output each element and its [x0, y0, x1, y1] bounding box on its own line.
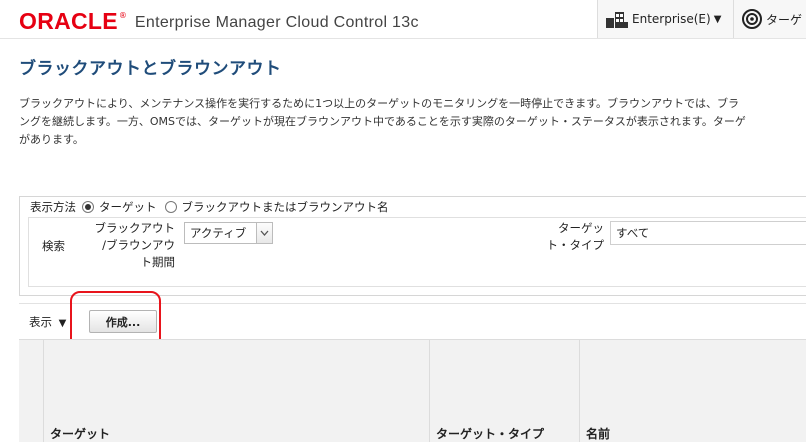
description-line: があります。 — [19, 133, 84, 146]
brand: ORACLE ® Enterprise Manager Cloud Contro… — [19, 8, 419, 38]
view-menu[interactable]: 表示 ▼ — [29, 314, 66, 330]
radio-blackout-name[interactable] — [164, 201, 177, 213]
targets-menu-label: ターゲ — [766, 12, 803, 27]
enterprise-menu[interactable]: Enterprise(E) ▼ — [597, 0, 733, 38]
radio-target-label[interactable]: ターゲット — [99, 199, 157, 215]
search-label: 検索 — [42, 239, 65, 253]
column-target-type[interactable]: ターゲット・タイプ — [429, 340, 579, 442]
period-label: ブラックアウト /ブラウンアウ ト期間 — [85, 220, 176, 271]
period-label-line: /ブラウンアウ — [102, 238, 175, 252]
table-toolbar: 表示 ▼ 作成... — [19, 303, 806, 339]
description-line: ブラックアウトにより、メンテナンス操作を実行するために1つ以上のターゲットのモニ… — [19, 97, 740, 110]
target-type-label-line: ト・タイプ — [546, 238, 605, 252]
registered-mark: ® — [118, 11, 127, 20]
target-icon — [742, 9, 762, 29]
caret-down-icon: ▼ — [713, 13, 722, 25]
column-label: 名前 — [586, 427, 611, 441]
target-type-input[interactable]: すべて — [610, 221, 806, 245]
radio-target[interactable] — [82, 201, 94, 213]
page-title: ブラックアウトとブラウンアウト — [19, 59, 282, 79]
column-target[interactable]: ターゲット — [43, 340, 429, 442]
enterprise-menu-label: Enterprise(E) — [632, 12, 711, 26]
radio-blackout-name-label[interactable]: ブラックアウトまたはブラウンアウト名 — [182, 199, 389, 215]
product-name: Enterprise Manager Cloud Control 13c — [134, 14, 419, 31]
period-label-line: ブラックアウト — [94, 221, 176, 235]
create-button[interactable]: 作成... — [89, 310, 157, 333]
period-select-value: アクティブ — [190, 226, 247, 240]
targets-menu[interactable]: ターゲ — [733, 0, 806, 38]
search-box: 検索 ブラックアウト /ブラウンアウ ト期間 アクティブ ターゲッ ト・タイプ … — [28, 217, 806, 287]
oracle-logo: ORACLE — [19, 8, 118, 34]
show-by-row: 表示方法 ターゲット ブラックアウトまたはブラウンアウト名 — [30, 199, 397, 215]
view-menu-label: 表示 — [29, 315, 52, 329]
column-name[interactable]: 名前 — [579, 340, 806, 442]
page-description: ブラックアウトにより、メンテナンス操作を実行するために1つ以上のターゲットのモニ… — [19, 95, 806, 149]
column-select — [19, 340, 43, 442]
table-header: ターゲット ターゲット・タイプ 名前 — [19, 339, 806, 442]
chevron-down-icon[interactable] — [256, 223, 272, 243]
target-type-label: ターゲッ ト・タイプ — [539, 220, 605, 254]
period-label-line: ト期間 — [140, 255, 176, 269]
column-label: ターゲット・タイプ — [436, 427, 545, 441]
period-select[interactable]: アクティブ — [184, 222, 273, 244]
column-label: ターゲット — [50, 427, 111, 441]
description-line: ングを継続します。一方、OMSでは、ターゲットが現在ブラウンアウト中であることを… — [19, 115, 746, 128]
enterprise-icon — [606, 12, 628, 28]
filter-panel: 表示方法 ターゲット ブラックアウトまたはブラウンアウト名 検索 ブラックアウト… — [19, 196, 806, 296]
global-header: ORACLE ® Enterprise Manager Cloud Contro… — [0, 0, 806, 39]
show-by-label: 表示方法 — [30, 200, 76, 214]
target-type-label-line: ターゲッ — [558, 221, 604, 235]
caret-down-icon: ▼ — [58, 318, 67, 329]
